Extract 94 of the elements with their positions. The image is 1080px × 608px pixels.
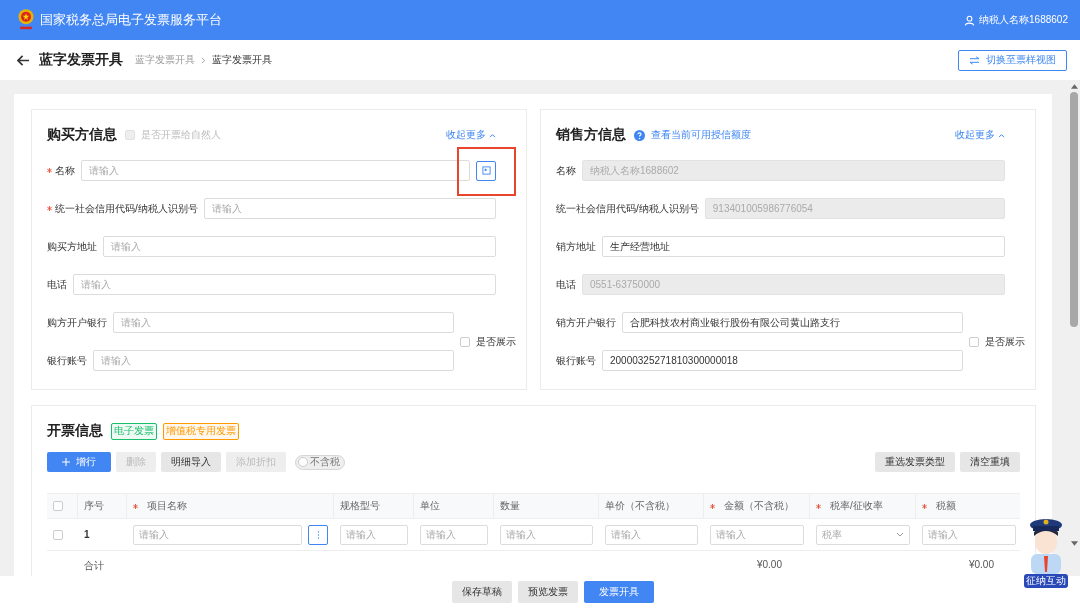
user-icon <box>964 14 976 26</box>
column-header: 规格型号 <box>340 499 380 513</box>
input-field[interactable]: 20000325271810300000018 <box>602 350 963 371</box>
more-button[interactable] <box>308 524 328 545</box>
input-field[interactable]: 请输入 <box>500 524 593 545</box>
checkbox-label: 是否展示 <box>476 334 516 349</box>
checkbox-label: 是否展示 <box>985 334 1025 349</box>
card-icon <box>481 166 491 175</box>
invoice-tag: 电子发票 <box>111 422 157 440</box>
breadcrumb-item[interactable]: 蓝字发票开具 <box>135 53 195 67</box>
field-label: 统一社会信用代码/纳税人识别号 <box>55 201 198 216</box>
assistant-badge[interactable]: 征纳互动 <box>1024 574 1068 588</box>
total-label: 合计 <box>84 559 104 573</box>
input-field[interactable]: 合肥科技农村商业银行股份有限公司黄山路支行 <box>622 312 963 333</box>
help-icon[interactable] <box>634 129 645 141</box>
chevron-down-icon <box>896 532 904 537</box>
footer-button[interactable]: 发票开具 <box>584 581 654 603</box>
input-field[interactable]: 请输入 <box>710 524 804 545</box>
caret-up-icon <box>489 132 496 138</box>
input-field[interactable]: 请输入 <box>93 350 454 371</box>
field-label: 统一社会信用代码/纳税人识别号 <box>556 201 699 216</box>
column-header: 金额（不含税） <box>724 499 794 513</box>
tax-rate-select[interactable]: 税率 <box>816 524 910 545</box>
field-label: 电话 <box>556 277 576 292</box>
toolbar-button[interactable]: 重选发票类型 <box>875 452 955 472</box>
quota-link[interactable]: 查看当前可用授信额度 <box>651 128 751 142</box>
scroll-up-icon[interactable] <box>1070 84 1078 89</box>
required-asterisk-icon <box>710 503 715 509</box>
field-label: 银行账号 <box>47 353 87 368</box>
section-title: 开票信息 <box>47 422 103 440</box>
scroll-down-icon[interactable] <box>1070 541 1078 546</box>
plus-icon <box>62 458 70 466</box>
checkbox[interactable] <box>460 336 470 347</box>
field-label: 销方地址 <box>556 239 596 254</box>
toolbar-button[interactable]: 增行 <box>47 452 111 472</box>
switch-view-button[interactable]: 切换至票样视图 <box>958 49 1067 71</box>
field-label: 购买方地址 <box>47 239 97 254</box>
checkbox[interactable] <box>53 529 63 540</box>
required-asterisk-icon <box>47 206 52 211</box>
total-amount: ¥0.00 <box>756 559 782 570</box>
scrollbar-thumb[interactable] <box>1070 92 1078 327</box>
input-field[interactable]: 请输入 <box>420 524 488 545</box>
row-number: 1 <box>84 529 90 540</box>
column-header: 税率/征收率 <box>830 499 883 513</box>
column-header: 数量 <box>500 499 520 513</box>
checkbox[interactable] <box>53 501 63 511</box>
input-field[interactable]: 请输入 <box>605 524 698 545</box>
input-field[interactable]: 请输入 <box>133 524 302 545</box>
field-label: 电话 <box>47 277 67 292</box>
input-field[interactable]: 请输入 <box>340 524 408 545</box>
back-arrow-icon[interactable] <box>17 54 30 66</box>
input-field[interactable]: 请输入 <box>73 274 496 295</box>
column-header: 序号 <box>84 499 104 513</box>
breadcrumb-item: 蓝字发票开具 <box>212 53 272 67</box>
checkbox[interactable] <box>969 336 979 347</box>
field-label: 销方开户银行 <box>556 315 616 330</box>
more-icon <box>316 529 320 540</box>
chevron-icon <box>201 56 206 64</box>
total-tax: ¥0.00 <box>968 559 994 570</box>
required-asterisk-icon <box>133 503 138 509</box>
tax-toggle[interactable]: 不含税 <box>295 454 345 470</box>
page-title: 蓝字发票开具 <box>39 51 123 69</box>
field-label: 购方开户银行 <box>47 315 107 330</box>
field-label: 银行账号 <box>556 353 596 368</box>
caret-up-icon <box>998 132 1005 138</box>
required-asterisk-icon <box>922 503 927 509</box>
column-header: 单位 <box>420 499 440 513</box>
swap-icon <box>969 55 980 65</box>
collapse-link[interactable]: 收起更多 <box>446 128 496 142</box>
input-field[interactable]: 请输入 <box>103 236 496 257</box>
input-field[interactable]: 请输入 <box>81 160 470 181</box>
field-label: 名称 <box>55 163 75 178</box>
required-asterisk-icon <box>47 168 52 173</box>
column-header: 单价（不含税） <box>605 499 675 513</box>
footer-button[interactable]: 保存草稿 <box>452 581 512 603</box>
section-title: 销售方信息 <box>556 126 626 144</box>
picker-button[interactable] <box>476 160 496 181</box>
toolbar-button[interactable]: 清空重填 <box>960 452 1020 472</box>
input-field[interactable]: 生产经营地址 <box>602 236 1005 257</box>
section-title: 购买方信息 <box>47 126 117 144</box>
required-asterisk-icon <box>816 503 821 509</box>
column-header: 项目名称 <box>147 499 187 513</box>
invoice-tag: 增值税专用发票 <box>163 422 239 440</box>
toolbar-button[interactable]: 明细导入 <box>161 452 221 472</box>
input-field[interactable]: 请输入 <box>113 312 454 333</box>
field-label: 名称 <box>556 163 576 178</box>
input-field[interactable]: 请输入 <box>203 198 496 219</box>
collapse-link[interactable]: 收起更多 <box>955 128 1005 142</box>
footer-button[interactable]: 预览发票 <box>518 581 578 603</box>
column-header: 税额 <box>936 499 956 513</box>
emblem-logo <box>16 8 36 32</box>
user-name[interactable]: 纳税人名称1688602 <box>979 13 1068 27</box>
input-field[interactable]: 请输入 <box>922 524 1016 545</box>
platform-title: 国家税务总局电子发票服务平台 <box>40 11 222 29</box>
